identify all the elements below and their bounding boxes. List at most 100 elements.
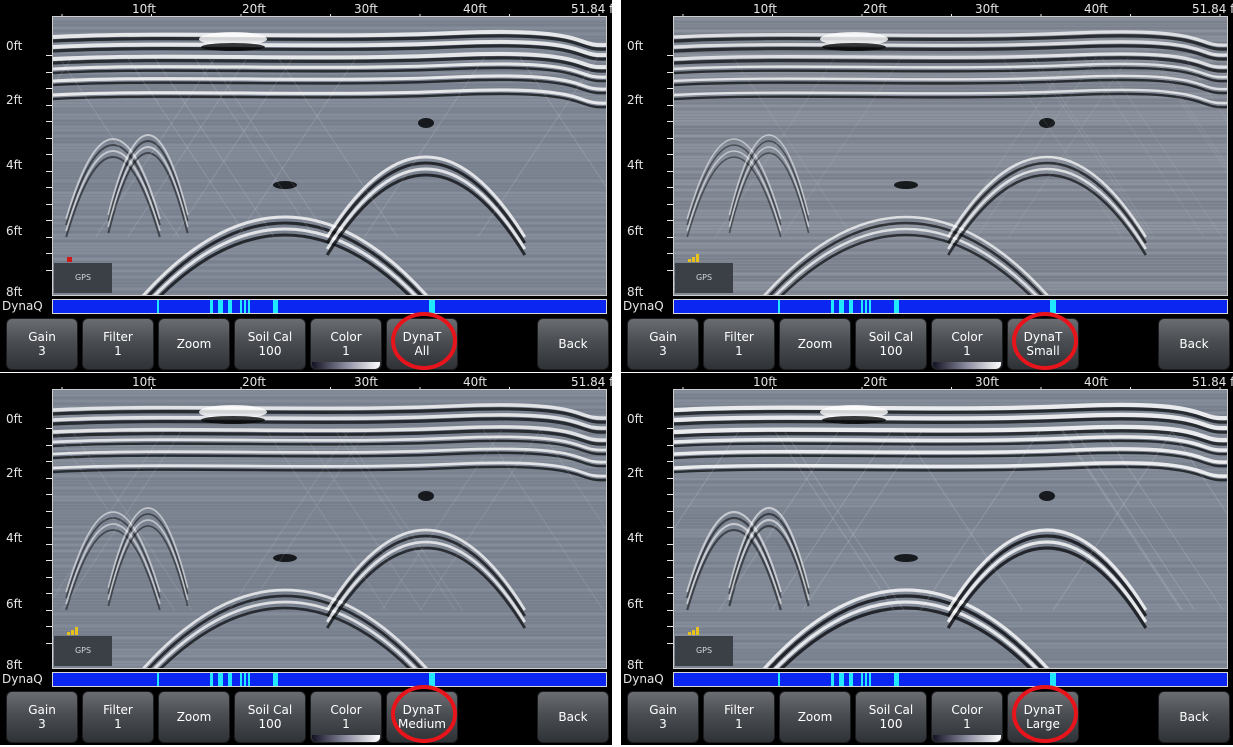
dynat-button[interactable]: DynaT Medium xyxy=(386,691,458,743)
dynaq-mark xyxy=(869,300,871,313)
gps-signal-icon xyxy=(688,254,699,262)
dynat-button[interactable]: DynaT All xyxy=(386,318,458,370)
gps-status-box[interactable]: GPS xyxy=(675,263,733,293)
back-button[interactable]: Back xyxy=(1158,691,1230,743)
dynaq-mark xyxy=(157,300,159,313)
soil-cal-button-label: Soil Cal xyxy=(868,330,914,344)
back-button[interactable]: Back xyxy=(1158,318,1230,370)
back-button[interactable]: Back xyxy=(537,318,609,370)
zoom-button[interactable]: Zoom xyxy=(779,691,851,743)
y-tick-4ft: 4ft xyxy=(627,158,644,172)
dynaq-bar[interactable] xyxy=(52,299,607,314)
soil-cal-button-value: 100 xyxy=(258,717,282,731)
gain-button[interactable]: Gain 3 xyxy=(627,318,699,370)
color-palette-swatch xyxy=(933,362,1001,369)
soil-cal-button[interactable]: Soil Cal 100 xyxy=(855,318,927,370)
zoom-button[interactable]: Zoom xyxy=(158,691,230,743)
back-button-label: Back xyxy=(558,710,588,724)
dynaq-mark xyxy=(218,673,223,686)
y-minor-tick xyxy=(46,560,52,561)
y-tick-0ft: 0ft xyxy=(6,39,23,53)
y-minor-tick xyxy=(46,527,52,528)
radargram-image xyxy=(53,390,606,668)
gps-signal-bar xyxy=(696,627,699,635)
y-minor-tick xyxy=(667,445,673,446)
radargram-image xyxy=(674,17,1227,295)
gps-signal-bar xyxy=(75,627,78,635)
y-minor-tick xyxy=(667,220,673,221)
gain-button[interactable]: Gain 3 xyxy=(6,318,78,370)
color-button[interactable]: Color 1 xyxy=(931,691,1003,743)
color-button-value: 1 xyxy=(342,717,350,731)
dynaq-label: DynaQ xyxy=(623,672,664,686)
radargram-view[interactable]: GPS xyxy=(52,389,607,669)
y-minor-tick xyxy=(667,121,673,122)
gain-button[interactable]: Gain 3 xyxy=(627,691,699,743)
gps-signal-icon xyxy=(688,627,699,635)
dynat-button[interactable]: DynaT Large xyxy=(1007,691,1079,743)
y-minor-tick xyxy=(667,204,673,205)
dynat-button[interactable]: DynaT Small xyxy=(1007,318,1079,370)
dynaq-mark xyxy=(210,300,213,313)
y-minor-tick xyxy=(46,478,52,479)
soil-cal-button[interactable]: Soil Cal 100 xyxy=(234,691,306,743)
filter-button[interactable]: Filter 1 xyxy=(703,318,775,370)
hyperbola-apex xyxy=(894,181,918,189)
y-minor-tick xyxy=(46,445,52,446)
filter-button[interactable]: Filter 1 xyxy=(82,691,154,743)
dynaq-mark xyxy=(429,300,435,313)
color-button[interactable]: Color 1 xyxy=(310,318,382,370)
y-minor-tick xyxy=(667,626,673,627)
gps-status-box[interactable]: GPS xyxy=(54,636,112,666)
dynaq-row: DynaQ xyxy=(621,671,1233,689)
gps-signal-bar xyxy=(688,632,691,635)
back-button-label: Back xyxy=(558,337,588,351)
y-minor-tick xyxy=(667,478,673,479)
radargram-view[interactable]: GPS xyxy=(673,16,1228,296)
gps-signal-icon xyxy=(67,627,78,635)
y-tick-0ft: 0ft xyxy=(627,39,644,53)
gps-signal-bar xyxy=(692,630,695,635)
gps-signal-bar xyxy=(692,257,695,262)
back-button-label: Back xyxy=(1179,710,1209,724)
y-minor-tick xyxy=(46,105,52,106)
y-minor-tick xyxy=(667,511,673,512)
surface-dark-patch xyxy=(822,43,886,51)
zoom-button[interactable]: Zoom xyxy=(158,318,230,370)
gps-status-box[interactable]: GPS xyxy=(54,263,112,293)
softkey-bar: Gain 3 Filter 1 Zoom Soil Cal 100 Color … xyxy=(621,318,1233,372)
dynaq-bar[interactable] xyxy=(673,672,1228,687)
dynaq-mark xyxy=(248,300,250,313)
y-minor-tick xyxy=(667,593,673,594)
gps-status-box[interactable]: GPS xyxy=(675,636,733,666)
color-button[interactable]: Color 1 xyxy=(931,318,1003,370)
y-minor-tick xyxy=(667,544,673,545)
y-minor-tick xyxy=(667,154,673,155)
soil-cal-button[interactable]: Soil Cal 100 xyxy=(234,318,306,370)
radargram-view[interactable]: GPS xyxy=(673,389,1228,669)
back-button[interactable]: Back xyxy=(537,691,609,743)
filter-button[interactable]: Filter 1 xyxy=(82,318,154,370)
color-button-label: Color xyxy=(951,330,983,344)
dynaq-mark xyxy=(894,300,899,313)
back-button-label: Back xyxy=(1179,337,1209,351)
gain-button[interactable]: Gain 3 xyxy=(6,691,78,743)
color-button[interactable]: Color 1 xyxy=(310,691,382,743)
y-tick-2ft: 2ft xyxy=(6,93,23,107)
filter-button[interactable]: Filter 1 xyxy=(703,691,775,743)
y-minor-tick xyxy=(46,121,52,122)
radargram-view[interactable]: GPS xyxy=(52,16,607,296)
y-minor-tick xyxy=(46,204,52,205)
dynaq-bar[interactable] xyxy=(673,299,1228,314)
gpr-screen-dynat-all: 10ft 20ft 30ft 40ft 51.84 ft 0ft 2ft 4ft… xyxy=(0,0,612,372)
y-minor-tick xyxy=(46,237,52,238)
y-tick-2ft: 2ft xyxy=(6,466,23,480)
y-tick-8ft: 8ft xyxy=(627,285,644,299)
y-tick-8ft: 8ft xyxy=(627,658,644,672)
zoom-button[interactable]: Zoom xyxy=(779,318,851,370)
soil-cal-button[interactable]: Soil Cal 100 xyxy=(855,691,927,743)
dynaq-mark xyxy=(244,673,246,686)
dynaq-mark xyxy=(839,673,844,686)
dynaq-label: DynaQ xyxy=(2,672,43,686)
dynaq-bar[interactable] xyxy=(52,672,607,687)
